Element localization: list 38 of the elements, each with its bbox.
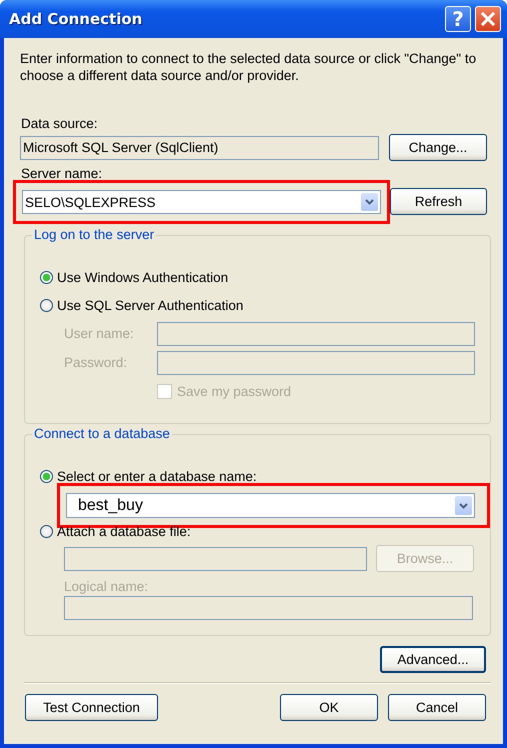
radio-label[interactable]: Select or enter a database name: [57,468,257,484]
radio-button[interactable] [40,470,53,482]
dropdown-button[interactable] [455,496,472,515]
window-title: Add Connection [9,10,142,28]
instruction-text: Enter information to connect to the selected data source or click "Change" to choose a different data source and/or provider. [20,50,478,84]
button[interactable]: Test Connection [25,694,158,721]
chevron-icon [459,502,468,508]
input-field[interactable] [157,350,475,374]
dropdown-field[interactable]: best_buy [66,493,475,518]
close-icon [481,12,495,26]
field-value: Microsoft SQL Server (SqlClient) [23,140,218,155]
radio-button[interactable] [40,298,53,312]
field-label: Data source: [21,116,99,131]
radio-label[interactable]: Attach a database file: [57,524,191,538]
field-value: best_buy [77,496,143,514]
field-label: Password: [64,355,128,370]
field-value: SELO\SQLEXPRESS [25,194,156,210]
input-field[interactable] [64,596,473,620]
group-title: Log on to the server [32,227,156,242]
button[interactable]: OK [280,694,378,721]
group-title: Connect to a database [32,426,172,441]
help-button[interactable]: ? [445,6,471,32]
button[interactable]: Change... [389,134,487,161]
dropdown-field[interactable]: SELO\SQLEXPRESS [22,190,381,214]
button[interactable]: Cancel [388,694,486,721]
input-field[interactable] [157,322,475,346]
radio-label[interactable]: Use Windows Authentication [57,270,228,284]
button[interactable]: Refresh [390,188,487,214]
radio-label[interactable]: Use SQL Server Authentication [57,298,244,312]
button[interactable]: Advanced... [380,646,486,673]
field-label: Logical name: [64,579,150,594]
field-label: Server name: [21,166,104,181]
close-button[interactable] [475,6,501,32]
radio-button[interactable] [40,524,53,538]
dropdown-button[interactable] [361,193,378,211]
field-label: User name: [64,326,135,341]
radio-button[interactable] [40,270,53,284]
chevron-icon [365,199,374,205]
